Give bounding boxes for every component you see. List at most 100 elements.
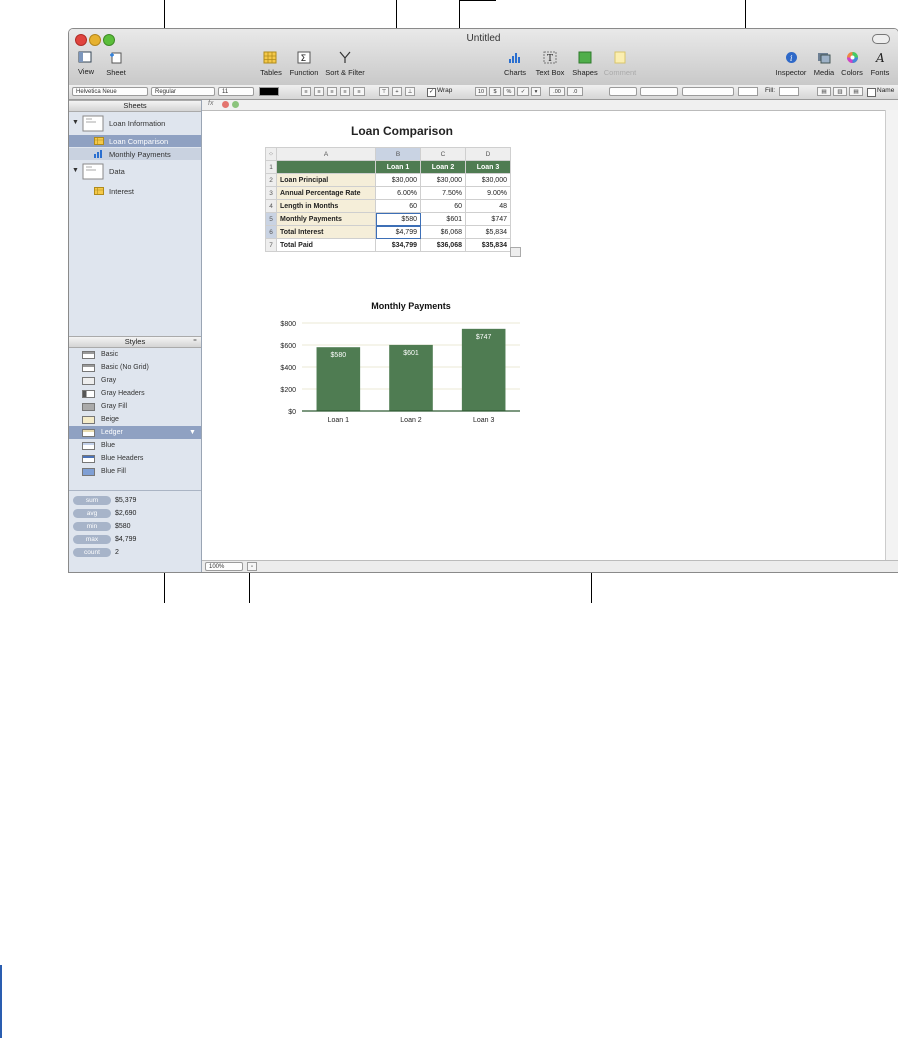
table-cell[interactable]: $36,068 <box>420 238 466 252</box>
vertical-scrollbar[interactable] <box>885 110 898 560</box>
align-left-button[interactable]: ≡ <box>301 87 311 96</box>
text-color-well[interactable] <box>259 87 279 96</box>
table-cell[interactable]: Monthly Payments <box>276 212 376 226</box>
function-icon[interactable]: fx <box>208 100 213 107</box>
colors-button[interactable]: Colors <box>839 51 865 77</box>
row-number[interactable]: 4 <box>265 199 277 213</box>
table-cell[interactable]: Total Interest <box>276 225 376 239</box>
sheet-canvas[interactable]: Loan Comparison ⁘ A B C D 1 Loan 1 Loan … <box>202 111 885 560</box>
header-rows-button[interactable]: ▤ <box>817 87 831 96</box>
table-cell[interactable]: Loan 1 <box>375 160 421 174</box>
table-cell[interactable]: 6.00% <box>375 186 421 200</box>
table-cell[interactable]: $601 <box>420 212 466 226</box>
page-view-button[interactable]: ▫ <box>247 562 257 571</box>
table-cell[interactable]: Loan 2 <box>420 160 466 174</box>
media-button[interactable]: Media <box>812 51 836 77</box>
style-item-gray-fill[interactable]: Gray Fill <box>69 400 201 413</box>
name-checkbox[interactable] <box>867 88 876 97</box>
table-cell[interactable]: $5,834 <box>465 225 511 239</box>
table-cell[interactable] <box>276 160 376 174</box>
percent-format-button[interactable]: % <box>503 87 515 96</box>
auto-align-button[interactable]: ≡ <box>353 87 365 96</box>
table-cell[interactable]: $30,000 <box>465 173 511 187</box>
increase-decimals-button[interactable]: .0 <box>567 87 583 96</box>
style-item-basic-no-grid[interactable]: Basic (No Grid) <box>69 361 201 374</box>
valign-middle-button[interactable]: + <box>392 87 402 96</box>
row-number[interactable]: 1 <box>265 160 277 174</box>
style-item-blue-fill[interactable]: Blue Fill <box>69 465 201 478</box>
valign-bottom-button[interactable]: ⊥ <box>405 87 415 96</box>
table-cell[interactable]: 48 <box>465 199 511 213</box>
cancel-formula-icon[interactable] <box>222 101 229 108</box>
fill-color-well[interactable] <box>779 87 799 96</box>
disclosure-triangle-icon[interactable]: ▼ <box>72 167 79 174</box>
number-format-button[interactable]: 10 <box>475 87 487 96</box>
loan-comparison-table[interactable]: ⁘ A B C D 1 Loan 1 Loan 2 Loan 3 2 Loan … <box>265 147 511 252</box>
column-header[interactable]: A <box>276 147 376 161</box>
valign-top-button[interactable]: ⊤ <box>379 87 389 96</box>
border-color-well[interactable] <box>738 87 758 96</box>
view-button[interactable]: View <box>75 51 97 76</box>
accept-formula-icon[interactable] <box>232 101 239 108</box>
row-number[interactable]: 3 <box>265 186 277 200</box>
zoom-select[interactable]: 100% <box>205 562 243 571</box>
align-right-button[interactable]: ≡ <box>327 87 337 96</box>
monthly-payments-chart[interactable]: Monthly Payments $0 $200 $400 $600 $800 $580 Lo… <box>262 293 532 443</box>
table-cell[interactable]: $30,000 <box>420 173 466 187</box>
format-menu-button[interactable]: ▾ <box>531 87 541 96</box>
sheet-item-data[interactable]: ▼ Data <box>69 162 201 182</box>
font-size-select[interactable]: 11 <box>218 87 254 96</box>
table-resize-handle[interactable] <box>510 247 521 257</box>
disclosure-triangle-icon[interactable]: ▼ <box>72 119 79 126</box>
justify-button[interactable]: ≡ <box>340 87 350 96</box>
border-style-select[interactable] <box>609 87 637 96</box>
table-cell[interactable]: 7.50% <box>420 186 466 200</box>
sheet-item-loan-comparison[interactable]: Loan Comparison <box>69 135 201 147</box>
style-item-gray[interactable]: Gray <box>69 374 201 387</box>
style-menu-arrow-icon[interactable]: ▼ <box>189 426 196 439</box>
sheet-item-interest[interactable]: Interest <box>69 185 201 197</box>
table-cell[interactable]: $6,068 <box>420 225 466 239</box>
table-cell[interactable]: Length in Months <box>276 199 376 213</box>
row-number[interactable]: 6 <box>265 225 277 239</box>
table-cell[interactable]: Annual Percentage Rate <box>276 186 376 200</box>
comment-button[interactable]: Comment <box>603 51 637 77</box>
style-item-blue[interactable]: Blue <box>69 439 201 452</box>
table-cell[interactable]: Total Paid <box>276 238 376 252</box>
row-number[interactable]: 7 <box>265 238 277 252</box>
table-cell[interactable]: 9.00% <box>465 186 511 200</box>
footer-rows-button[interactable]: ▤ <box>849 87 863 96</box>
styles-pane-resize-handle[interactable]: = <box>191 338 199 345</box>
border-line-select[interactable] <box>682 87 734 96</box>
style-item-basic[interactable]: Basic <box>69 348 201 361</box>
table-cell[interactable]: $747 <box>465 212 511 226</box>
column-header[interactable]: B <box>375 147 421 161</box>
table-cell-selected[interactable]: $580 <box>375 212 421 226</box>
fonts-button[interactable]: A Fonts <box>868 51 892 77</box>
column-header[interactable]: D <box>465 147 511 161</box>
style-item-ledger[interactable]: Ledger ▼ <box>69 426 201 439</box>
shapes-button[interactable]: Shapes <box>571 51 599 77</box>
charts-button[interactable]: Charts <box>501 51 529 77</box>
decrease-decimals-button[interactable]: .00 <box>549 87 565 96</box>
table-cell[interactable]: 60 <box>420 199 466 213</box>
header-columns-button[interactable]: ▥ <box>833 87 847 96</box>
currency-format-button[interactable]: $ <box>489 87 501 96</box>
table-cell[interactable]: 60 <box>375 199 421 213</box>
toolbar-toggle-button[interactable] <box>872 34 890 44</box>
sort-filter-button[interactable]: Sort & Filter <box>323 51 367 77</box>
text-box-button[interactable]: T Text Box <box>533 51 567 77</box>
table-cell[interactable]: $30,000 <box>375 173 421 187</box>
column-header[interactable]: C <box>420 147 466 161</box>
tables-button[interactable]: Tables <box>257 51 285 77</box>
border-width-select[interactable] <box>640 87 678 96</box>
table-cell[interactable]: $34,799 <box>375 238 421 252</box>
sheet-button[interactable]: Sheet <box>103 51 129 77</box>
table-cell-selected[interactable]: $4,799 <box>375 225 421 239</box>
wrap-checkbox[interactable]: ✓ <box>427 88 436 97</box>
style-item-gray-headers[interactable]: Gray Headers <box>69 387 201 400</box>
sheet-item-monthly-payments[interactable]: Monthly Payments <box>69 148 201 160</box>
sheet-item-loan-information[interactable]: ▼ Loan Information <box>69 114 201 134</box>
font-family-select[interactable]: Helvetica Neue <box>72 87 148 96</box>
table-corner[interactable]: ⁘ <box>265 147 277 161</box>
